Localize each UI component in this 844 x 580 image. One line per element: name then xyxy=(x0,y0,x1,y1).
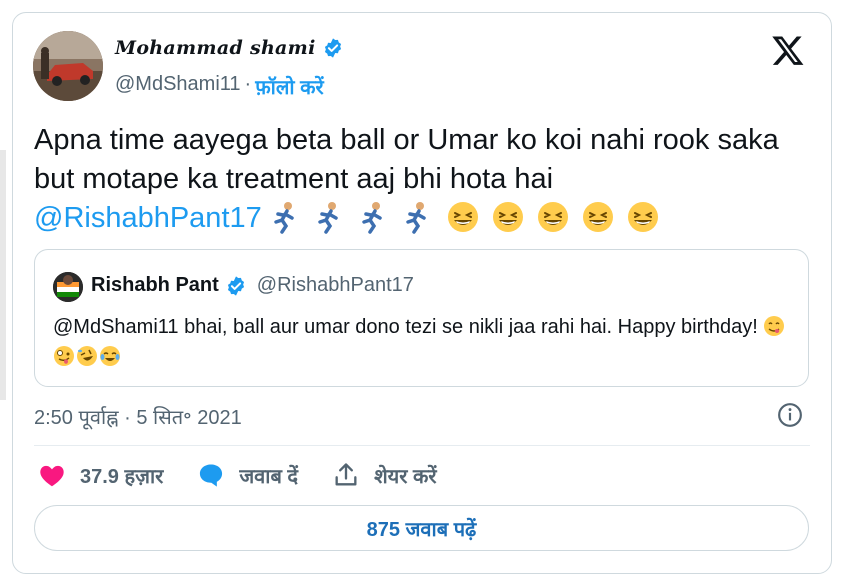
reply-label: जवाब दें xyxy=(239,465,299,488)
author-name-row[interactable]: Mohammad shami xyxy=(115,37,344,59)
tweet-line-1: Apna time aayega beta ball or Umar ko ko… xyxy=(34,124,779,156)
author-avatar[interactable] xyxy=(33,31,103,101)
reply-button[interactable]: जवाब दें xyxy=(197,461,298,489)
quoted-display-name[interactable]: Rishabh Pant xyxy=(91,274,219,297)
info-icon[interactable] xyxy=(777,402,803,428)
tweet-card: Mohammad shami @MdShami11 · फ़ॉलो करें A… xyxy=(12,12,832,574)
grinning-squinting-emoji xyxy=(493,201,524,232)
grinning-squinting-emoji xyxy=(538,201,569,232)
quoted-text-body: @MdShami11 bhai, ball aur umar dono tezi… xyxy=(53,316,758,338)
quoted-author-avatar[interactable] xyxy=(53,272,83,302)
like-button[interactable]: 37.9 हज़ार xyxy=(38,461,163,489)
person-running-emoji xyxy=(362,201,382,234)
author-display-name[interactable]: Mohammad shami xyxy=(115,37,316,59)
tears-of-joy-emoji xyxy=(100,346,120,366)
action-bar: 37.9 हज़ार जवाब दें शेयर करें xyxy=(38,460,471,490)
share-button[interactable]: शेयर करें xyxy=(332,461,437,489)
tweet-text: Apna time aayega beta ball or Umar ko ko… xyxy=(34,121,824,239)
read-replies-button[interactable]: 875 जवाब पढ़ें xyxy=(34,505,809,551)
person-running-emoji xyxy=(274,201,294,234)
person-running-emoji xyxy=(318,201,338,234)
grinning-squinting-emoji xyxy=(628,201,659,232)
quoted-handle: @RishabhPant17 xyxy=(256,274,414,296)
author-handle-row: @MdShami11 · फ़ॉलो करें xyxy=(115,73,324,100)
window-edge xyxy=(0,150,6,400)
verified-badge-icon xyxy=(227,275,244,296)
tweet-timestamp[interactable]: 2:50 पूर्वाह्न · 5 सित॰ 2021 xyxy=(34,403,242,430)
follow-button[interactable]: फ़ॉलो करें xyxy=(255,73,323,100)
quoted-name-row: Rishabh Pant @RishabhPant17 xyxy=(91,274,414,297)
person-running-emoji xyxy=(406,201,426,234)
like-count: 37.9 हज़ार xyxy=(80,465,164,488)
face-savoring-emoji xyxy=(764,316,785,336)
zany-face-emoji xyxy=(54,346,74,366)
reply-bubble-icon xyxy=(200,464,223,487)
divider xyxy=(34,445,810,446)
tweet-emoji-run xyxy=(270,200,664,239)
author-handle[interactable]: @MdShami11 xyxy=(115,73,241,100)
grinning-squinting-emoji xyxy=(448,201,479,232)
share-label: शेयर करें xyxy=(374,465,437,488)
quoted-tweet-text: @MdShami11 bhai, ball aur umar dono tezi… xyxy=(53,312,793,372)
rolling-laughing-emoji xyxy=(77,346,97,366)
x-logo-icon[interactable] xyxy=(771,33,805,67)
grinning-squinting-emoji xyxy=(583,201,614,232)
verified-badge-icon xyxy=(324,38,341,58)
separator-dot: · xyxy=(244,73,252,95)
mention-link[interactable]: @RishabhPant17 xyxy=(34,202,262,234)
quoted-tweet[interactable]: Rishabh Pant @RishabhPant17 @MdShami11 b… xyxy=(34,249,809,387)
tweet-line-2: but motape ka treatment aaj bhi hota hai xyxy=(34,163,554,195)
share-upload-icon xyxy=(335,463,357,486)
heart-icon xyxy=(40,465,64,487)
